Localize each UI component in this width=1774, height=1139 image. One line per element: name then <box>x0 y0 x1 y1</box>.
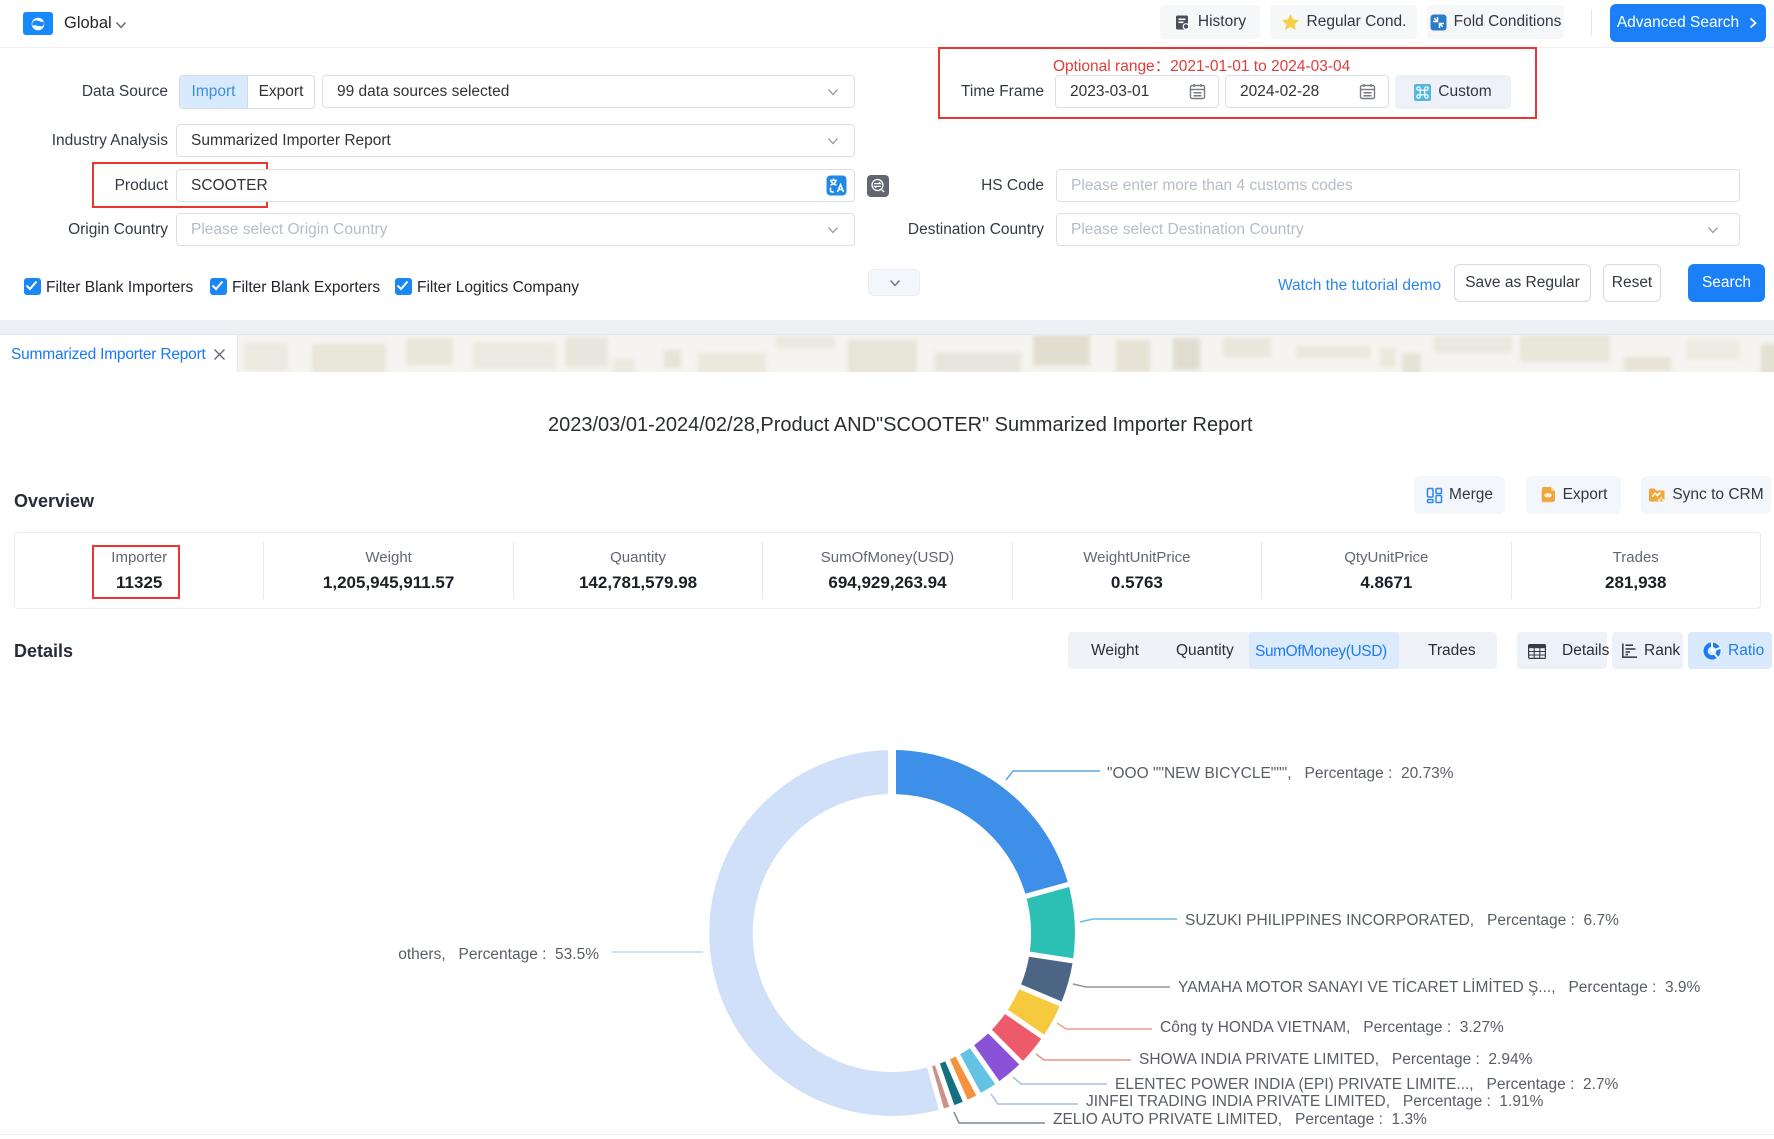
svg-text:ELENTEC POWER INDIA (EPI) PRIV: ELENTEC POWER INDIA (EPI) PRIVATE LIMITE… <box>1115 1076 1619 1093</box>
svg-text:others, Percentage : 53.5%: others, Percentage : 53.5% <box>398 946 599 963</box>
svg-text:YAMAHA MOTOR SANAYI VE TİCARET: YAMAHA MOTOR SANAYI VE TİCARET LİMİTED Ş… <box>1178 978 1701 996</box>
svg-text:SUZUKI PHILIPPINES INCORPORATE: SUZUKI PHILIPPINES INCORPORATED, Percent… <box>1185 912 1619 929</box>
svg-text:ZELIO AUTO PRIVATE LIMITED,: ZELIO AUTO PRIVATE LIMITED, Percentage :… <box>1053 1111 1427 1128</box>
svg-text:Công ty HONDA VIETNAM, Perce: Công ty HONDA VIETNAM, Percentage : 3.27… <box>1160 1019 1504 1036</box>
svg-text:SHOWA INDIA PRIVATE LIMITED,: SHOWA INDIA PRIVATE LIMITED, Percentage … <box>1139 1051 1533 1068</box>
svg-text:"OOO ""NEW BICYCLE""", Perce: "OOO ""NEW BICYCLE""", Percentage : 20.7… <box>1107 765 1454 782</box>
svg-text:JINFEI TRADING INDIA PRIVATE L: JINFEI TRADING INDIA PRIVATE LIMITED, Pe… <box>1086 1093 1544 1110</box>
